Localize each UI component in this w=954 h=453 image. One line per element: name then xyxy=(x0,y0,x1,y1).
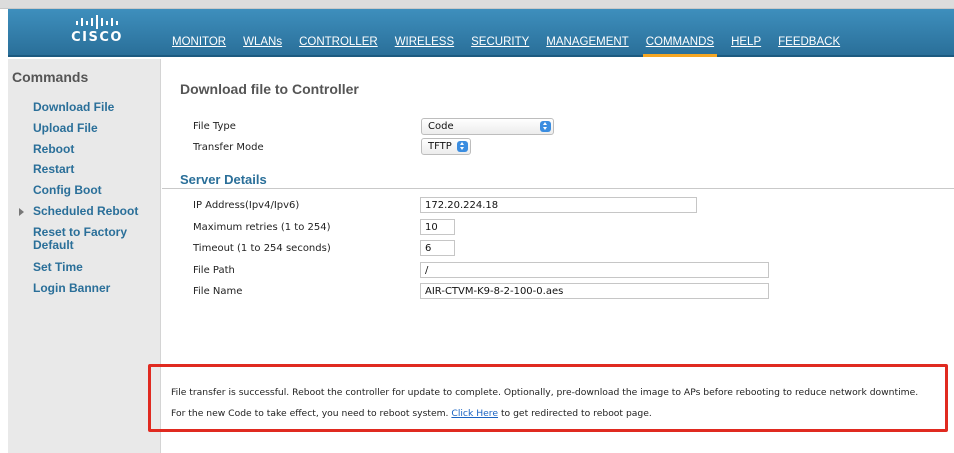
nav-feedback[interactable]: FEEDBACK xyxy=(778,36,840,57)
reboot-notice-text: For the new Code to take effect, you nee… xyxy=(171,408,449,419)
select-arrows-icon xyxy=(540,121,551,132)
sidebar-title: Commands xyxy=(12,69,89,85)
reboot-notice-suffix: to get redirected to reboot page. xyxy=(500,408,652,419)
timeout-input[interactable]: 6 xyxy=(420,240,455,256)
nav-help[interactable]: HELP xyxy=(731,36,761,57)
nav-wireless[interactable]: WIRELESS xyxy=(395,36,454,57)
transfer-success-message: File transfer is successful. Reboot the … xyxy=(171,387,919,398)
sidebar-item-scheduled-reboot[interactable]: Scheduled Reboot xyxy=(33,205,138,218)
sidebar-item-download-file[interactable]: Download File xyxy=(33,101,114,114)
file-name-label: File Name xyxy=(193,286,243,297)
max-retries-label: Maximum retries (1 to 254) xyxy=(193,222,331,233)
sidebar-item-login-banner[interactable]: Login Banner xyxy=(33,282,110,295)
main-nav: MONITOR WLANs CONTROLLER WIRELESS SECURI… xyxy=(172,36,857,57)
server-details-heading: Server Details xyxy=(180,172,267,187)
max-retries-input[interactable]: 10 xyxy=(420,219,455,235)
status-message-box xyxy=(148,364,948,432)
select-arrows-icon xyxy=(457,141,468,152)
nav-wlans[interactable]: WLANs xyxy=(243,36,282,57)
logo-wordmark: CISCO xyxy=(71,30,123,45)
sidebar-item-upload-file[interactable]: Upload File xyxy=(33,122,98,135)
file-type-label: File Type xyxy=(193,121,236,132)
sidebar-item-config-boot[interactable]: Config Boot xyxy=(33,184,102,197)
nav-security[interactable]: SECURITY xyxy=(471,36,529,57)
section-divider xyxy=(162,188,954,189)
reboot-notice: For the new Code to take effect, you nee… xyxy=(171,408,652,419)
sidebar-item-restart[interactable]: Restart xyxy=(33,163,74,176)
nav-management[interactable]: MANAGEMENT xyxy=(546,36,628,57)
sidebar-item-set-time[interactable]: Set Time xyxy=(33,261,83,274)
file-path-input[interactable]: / xyxy=(420,262,769,278)
file-type-value: Code xyxy=(428,121,454,132)
header-bar: CISCO MONITOR WLANs CONTROLLER WIRELESS … xyxy=(8,9,954,57)
transfer-mode-label: Transfer Mode xyxy=(193,142,264,153)
nav-commands[interactable]: COMMANDS xyxy=(642,36,718,57)
transfer-mode-select[interactable]: TFTP xyxy=(421,138,471,155)
sidebar-item-reset-factory[interactable]: Reset to Factory Default xyxy=(33,226,153,252)
page-title: Download file to Controller xyxy=(180,81,359,97)
file-name-input[interactable]: AIR-CTVM-K9-8-2-100-0.aes xyxy=(420,283,769,299)
ip-address-input[interactable]: 172.20.224.18 xyxy=(420,197,697,213)
cisco-logo[interactable]: CISCO xyxy=(62,15,132,51)
expand-arrow-icon[interactable] xyxy=(19,208,24,216)
ip-address-label: IP Address(Ipv4/Ipv6) xyxy=(193,200,300,211)
click-here-link[interactable]: Click Here xyxy=(451,408,498,419)
timeout-label: Timeout (1 to 254 seconds) xyxy=(193,243,331,254)
browser-top-strip xyxy=(0,0,954,9)
nav-monitor[interactable]: MONITOR xyxy=(172,36,226,57)
transfer-mode-value: TFTP xyxy=(428,141,452,152)
cisco-bridge-icon xyxy=(76,15,118,29)
sidebar-item-reboot[interactable]: Reboot xyxy=(33,143,74,156)
file-type-select[interactable]: Code xyxy=(421,118,554,135)
sidebar: Commands Download File Upload File Reboo… xyxy=(8,59,161,453)
nav-controller[interactable]: CONTROLLER xyxy=(299,36,378,57)
file-path-label: File Path xyxy=(193,265,235,276)
